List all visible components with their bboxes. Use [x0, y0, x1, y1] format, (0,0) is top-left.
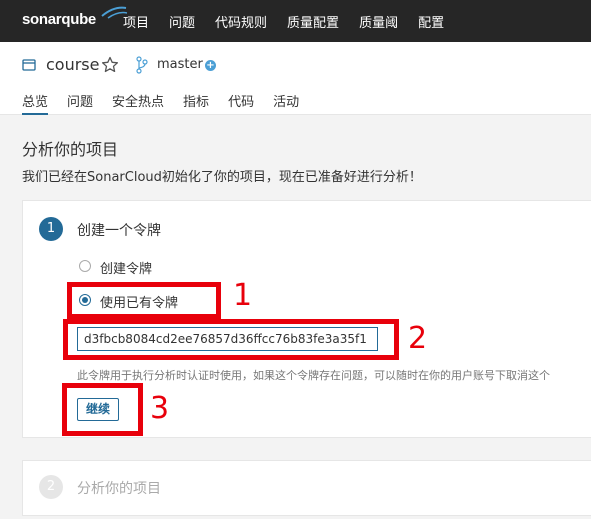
radio-create-token-label[interactable]: 创建令牌	[100, 258, 152, 277]
tab-activity[interactable]: 活动	[273, 91, 299, 115]
tab-security-hotspots[interactable]: 安全热点	[112, 91, 164, 115]
annotation-box-2	[63, 319, 399, 360]
main-nav: 项目 问题 代码规则 质量配置 质量阈 配置	[123, 0, 464, 42]
annotation-label-1: 1	[233, 278, 253, 313]
radio-create-token[interactable]	[79, 260, 91, 272]
project-header: course master + 总览 问题 安全热点 指标 代码 活动	[0, 42, 591, 115]
sonarqube-logo[interactable]: sonarqube	[22, 6, 128, 32]
tab-overview[interactable]: 总览	[22, 91, 49, 115]
project-icon	[22, 59, 36, 71]
project-tabs: 总览 问题 安全热点 指标 代码 活动	[22, 91, 318, 115]
tab-issues[interactable]: 问题	[67, 91, 93, 115]
nav-quality-profiles[interactable]: 质量配置	[287, 12, 339, 31]
step-number: 1	[39, 217, 63, 241]
tab-code[interactable]: 代码	[228, 91, 254, 115]
step-title: 创建一个令牌	[77, 223, 161, 239]
step-analyze-card: 2 分析你的项目	[22, 460, 591, 516]
nav-administration[interactable]: 配置	[418, 12, 444, 31]
nav-quality-gates[interactable]: 质量阈	[359, 12, 398, 31]
tab-measures[interactable]: 指标	[183, 91, 209, 115]
nav-projects[interactable]: 项目	[123, 12, 149, 31]
favorite-star-icon[interactable]	[101, 56, 119, 74]
top-navbar: sonarqube 项目 问题 代码规则 质量配置 质量阈 配置	[0, 0, 591, 42]
nav-rules[interactable]: 代码规则	[215, 12, 267, 31]
page-subtitle: 我们已经在SonarCloud初始化了你的项目，现在已准备好进行分析！	[22, 170, 422, 185]
step-number: 2	[39, 475, 63, 499]
step-title: 分析你的项目	[77, 481, 161, 497]
annotation-label-2: 2	[408, 321, 428, 356]
branch-icon	[136, 56, 148, 74]
annotation-box-3	[62, 383, 143, 436]
annotation-box-1	[67, 282, 221, 319]
page-title: 分析你的项目	[22, 140, 119, 159]
branch-name[interactable]: master	[157, 57, 203, 72]
token-help-text: 此令牌用于执行分析时认证时使用，如果这个令牌存在问题，可以随时在你的用户账号下取…	[77, 369, 550, 382]
project-name[interactable]: course	[46, 55, 99, 74]
annotation-label-3: 3	[150, 391, 170, 426]
add-branch-plus-icon[interactable]: +	[205, 60, 216, 71]
nav-issues[interactable]: 问题	[169, 12, 195, 31]
